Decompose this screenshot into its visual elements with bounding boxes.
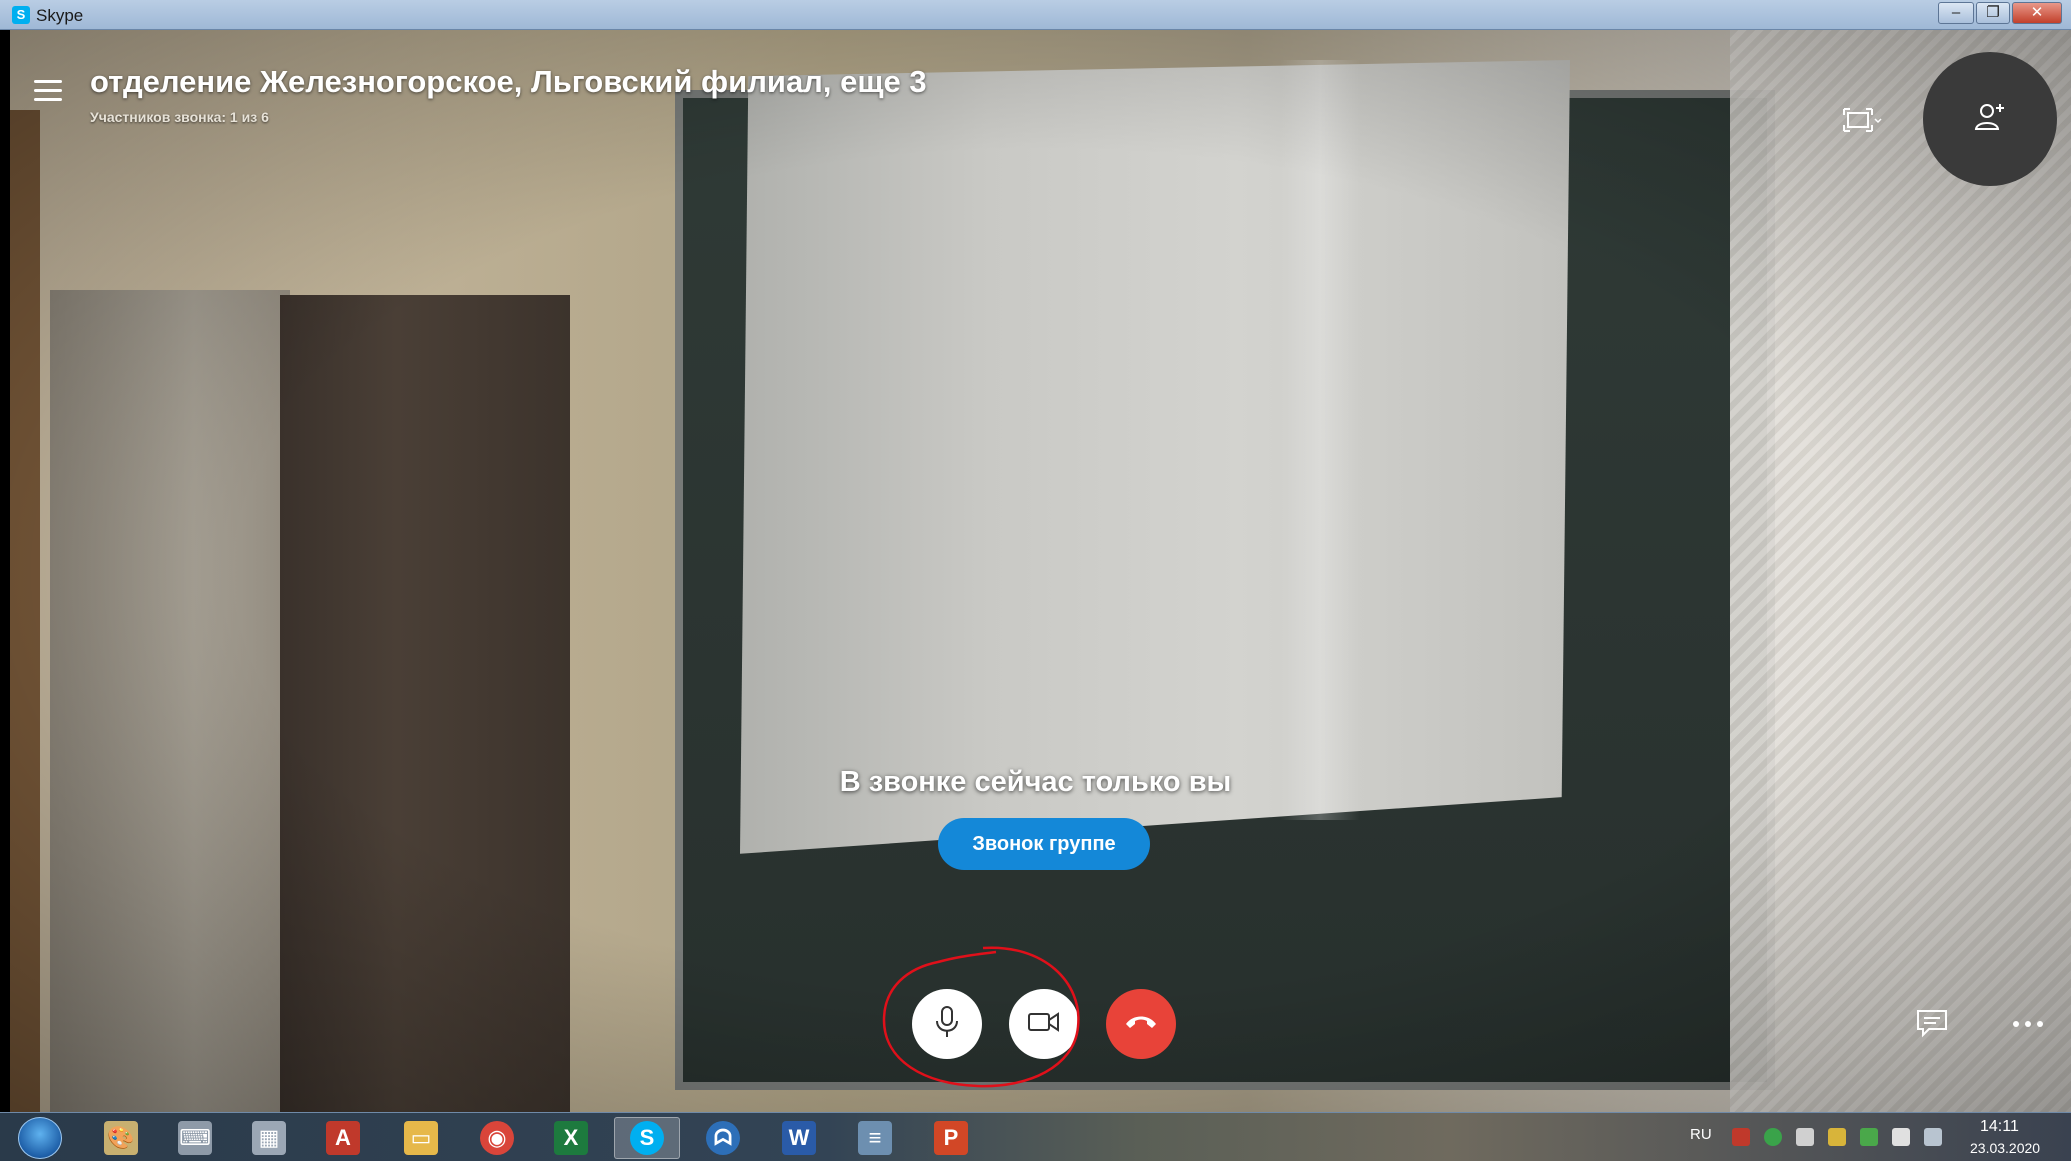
taskbar-app-paint[interactable]: 🎨 (88, 1117, 154, 1159)
network-adapter-icon[interactable] (1860, 1128, 1878, 1146)
system-tray (1732, 1121, 1942, 1153)
add-participant-button[interactable] (1923, 52, 2057, 186)
maximize-button[interactable]: ❐ (1976, 2, 2010, 24)
end-call-icon (1123, 1010, 1159, 1039)
clock-time[interactable]: 14:11 (1980, 1118, 2019, 1136)
chat-icon (1915, 1008, 1949, 1043)
more-options-icon (2011, 1016, 2045, 1034)
alone-in-call-message: В звонке сейчас только вы (839, 766, 1232, 798)
microphone-button[interactable] (912, 989, 982, 1059)
window-title: Skype (36, 6, 84, 25)
hamburger-menu-icon[interactable] (34, 80, 62, 102)
self-video-feed (10, 30, 2071, 1112)
network-icon[interactable] (1924, 1128, 1942, 1146)
video-vignette (10, 30, 2071, 1112)
word-icon: W (782, 1121, 816, 1155)
taskbar-app-skype[interactable]: S (614, 1117, 680, 1159)
clock-date[interactable]: 23.03.2020 (1970, 1140, 2040, 1156)
calculator-icon: ▦ (252, 1121, 286, 1155)
taskbar-app-scanner[interactable]: ≡ (842, 1117, 908, 1159)
fullscreen-icon[interactable] (1842, 106, 1882, 134)
taskbar-app-ghost[interactable]: ᗣ (690, 1117, 756, 1159)
add-person-icon (1973, 100, 2007, 139)
taskbar-app-keyboard[interactable]: ⌨ (162, 1117, 228, 1159)
skype-logo-icon: S (12, 6, 30, 24)
taskbar-app-chrome[interactable]: ◉ (464, 1117, 530, 1159)
taskbar-app-explorer[interactable]: ▭ (388, 1117, 454, 1159)
update-icon[interactable] (1828, 1128, 1846, 1146)
paint-icon: 🎨 (104, 1121, 138, 1155)
language-indicator[interactable]: RU (1690, 1126, 1712, 1143)
taskbar-app-acrobat[interactable]: A (310, 1117, 376, 1159)
end-call-button[interactable] (1106, 989, 1176, 1059)
taskbar-app-word[interactable]: W (766, 1117, 832, 1159)
chat-button[interactable] (1912, 1008, 1952, 1042)
volume-icon[interactable] (1796, 1128, 1814, 1146)
security-check-icon[interactable] (1764, 1128, 1782, 1146)
window-title-bar: S Skype – ❐ ✕ (0, 0, 2071, 30)
microphone-icon (931, 1004, 963, 1045)
call-group-button[interactable]: Звонок группе (938, 818, 1150, 870)
video-button[interactable] (1009, 989, 1079, 1059)
excel-icon: X (554, 1121, 588, 1155)
start-button[interactable] (18, 1117, 62, 1159)
close-window-button[interactable]: ✕ (2012, 2, 2062, 24)
skype-icon: S (630, 1121, 664, 1155)
taskbar-app-excel[interactable]: X (538, 1117, 604, 1159)
windows-taskbar: 🎨 ⌨ ▦ A ▭ ◉ X S ᗣ W ≡ P (0, 1112, 2071, 1161)
scanner-icon: ≡ (858, 1121, 892, 1155)
acrobat-icon: A (326, 1121, 360, 1155)
participants-count: Участников звонка: 1 из 6 (90, 109, 269, 125)
taskbar-app-calculator[interactable]: ▦ (236, 1117, 302, 1159)
folder-icon: ▭ (404, 1121, 438, 1155)
antivirus-icon[interactable] (1732, 1128, 1750, 1146)
more-options-button[interactable] (2008, 1008, 2048, 1042)
keyboard-icon: ⌨ (178, 1121, 212, 1155)
taskbar-app-powerpoint[interactable]: P (918, 1117, 984, 1159)
call-title: отделение Железногорское, Льговский фили… (90, 64, 927, 99)
powerpoint-icon: P (934, 1121, 968, 1155)
ghost-icon: ᗣ (706, 1121, 740, 1155)
video-camera-icon (1026, 1008, 1062, 1041)
minimize-button[interactable]: – (1938, 2, 1974, 24)
action-center-flag-icon[interactable] (1892, 1128, 1910, 1146)
chrome-icon: ◉ (480, 1121, 514, 1155)
